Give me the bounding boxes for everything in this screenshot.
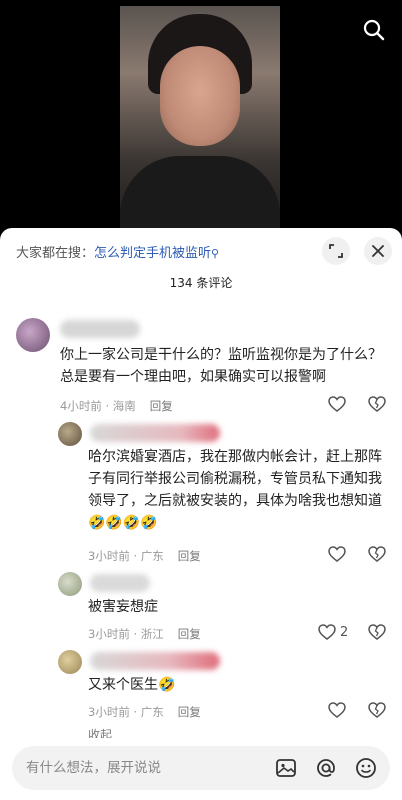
like-button[interactable] — [328, 702, 346, 718]
expand-icon[interactable] — [322, 237, 350, 265]
close-icon[interactable] — [364, 237, 392, 265]
comment-meta: 3小时前 · 广东 回复 — [88, 548, 201, 564]
avatar[interactable] — [16, 318, 50, 352]
heart-icon — [328, 702, 346, 718]
dislike-icon[interactable] — [368, 396, 386, 416]
reply-button[interactable]: 回复 — [150, 399, 173, 413]
avatar[interactable] — [58, 422, 82, 446]
search-small-icon: ⚲ — [211, 247, 220, 260]
like-button[interactable] — [328, 546, 346, 562]
video-frame — [120, 6, 280, 228]
video-player[interactable] — [0, 0, 402, 228]
heart-icon — [328, 546, 346, 562]
comment-meta: 4小时前 · 海南 回复 — [60, 398, 173, 414]
username[interactable] — [60, 320, 140, 338]
at-icon[interactable] — [314, 756, 338, 780]
trending-search-prefix: 大家都在搜： — [16, 246, 95, 261]
trending-search[interactable]: 大家都在搜：怎么判定手机被监听⚲ — [16, 242, 219, 261]
dislike-icon[interactable] — [368, 702, 386, 722]
comment-sheet: 大家都在搜：怎么判定手机被监听⚲ 134 条评论 你上一家公司是干什么的？监听监… — [0, 228, 402, 800]
sheet-header: 大家都在搜：怎么判定手机被监听⚲ — [0, 228, 402, 272]
comment-text: 被害妄想症 — [88, 599, 158, 615]
comment-meta: 3小时前 · 浙江 回复 — [88, 626, 201, 642]
heart-icon — [328, 396, 346, 412]
trending-search-query[interactable]: 怎么判定手机被监听 — [94, 246, 211, 261]
comment-input-bar — [0, 738, 402, 800]
avatar[interactable] — [58, 650, 82, 674]
reply-button[interactable]: 回复 — [178, 705, 201, 719]
comment-time-location: 3小时前 · 广东 — [88, 549, 164, 563]
reply-button[interactable]: 回复 — [178, 627, 201, 641]
emoji-icon[interactable] — [354, 756, 378, 780]
image-icon[interactable] — [274, 756, 298, 780]
reply-button[interactable]: 回复 — [178, 549, 201, 563]
dislike-icon[interactable] — [368, 546, 386, 566]
like-count: 2 — [340, 624, 349, 640]
comment-time-location: 3小时前 · 浙江 — [88, 627, 164, 641]
comment-text: 哈尔滨婚宴酒店，我在那做内帐会计，赶上那阵子有同行举报公司偷税漏税，专管员私下通… — [88, 449, 382, 531]
username[interactable] — [90, 424, 220, 442]
comment-input[interactable] — [26, 758, 246, 778]
username[interactable] — [90, 574, 150, 592]
comment-count: 134 条评论 — [169, 276, 233, 290]
comment-time-location: 3小时前 · 广东 — [88, 705, 164, 719]
like-button[interactable]: 2 — [318, 624, 348, 640]
search-icon[interactable] — [362, 18, 386, 42]
avatar[interactable] — [58, 572, 82, 596]
dislike-icon[interactable] — [368, 624, 386, 644]
heart-icon — [318, 624, 336, 640]
comment-meta: 3小时前 · 广东 回复 — [88, 704, 201, 720]
like-button[interactable] — [328, 396, 346, 412]
comment-input-box[interactable] — [12, 746, 390, 790]
username[interactable] — [90, 652, 220, 670]
comment-time-location: 4小时前 · 海南 — [60, 399, 136, 413]
comment-text: 又来个医生🤣 — [88, 677, 176, 693]
comment-text: 你上一家公司是干什么的？监听监视你是为了什么？总是要有一个理由吧，如果确实可以报… — [60, 347, 382, 385]
